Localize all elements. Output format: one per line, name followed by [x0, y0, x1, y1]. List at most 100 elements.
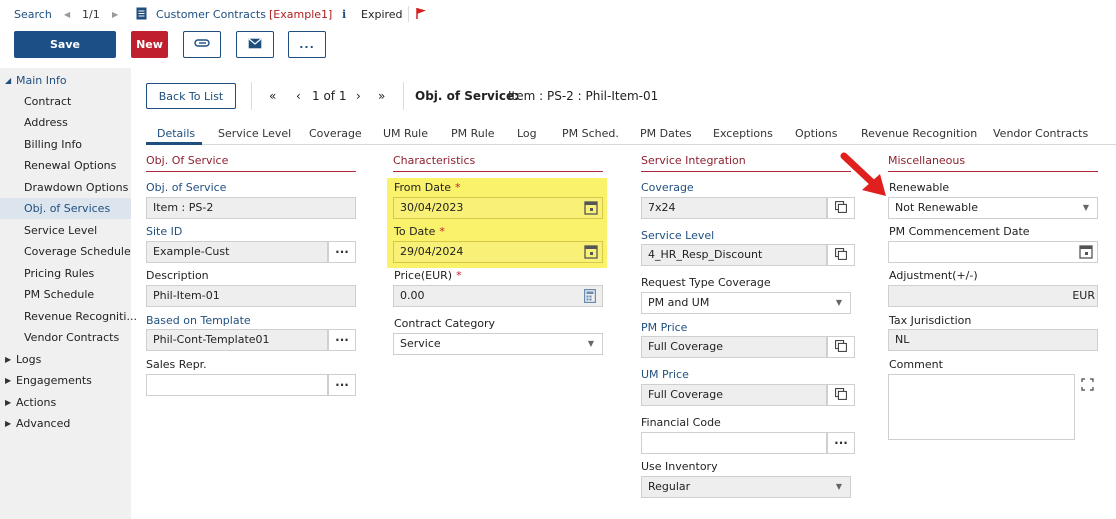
expand-icon: ▶: [5, 419, 12, 428]
new-button[interactable]: New: [131, 31, 168, 58]
site-id-lookup-button[interactable]: ···: [328, 241, 356, 263]
tab-pm-rule[interactable]: PM Rule: [451, 127, 495, 140]
copy-button[interactable]: [827, 336, 855, 358]
site-id-label[interactable]: Site ID: [146, 225, 182, 238]
um-price-label[interactable]: UM Price: [641, 368, 689, 381]
next-record-icon[interactable]: ▶: [112, 10, 118, 19]
copy-button[interactable]: [827, 384, 855, 406]
pm-commencement-date-field[interactable]: [888, 241, 1098, 263]
chevron-down-icon: ▼: [835, 482, 842, 491]
sidebar-item-obj-of-services[interactable]: Obj. of Services: [0, 198, 131, 219]
sidebar-group-main-info[interactable]: ◢ Main Info: [0, 70, 131, 91]
tab-pm-sched[interactable]: PM Sched.: [562, 127, 619, 140]
site-id-field[interactable]: Example-Cust: [146, 241, 328, 263]
pm-price-label[interactable]: PM Price: [641, 321, 687, 334]
sidebar-item-drawdown-options[interactable]: Drawdown Options: [0, 177, 131, 198]
section-obj-of-service-header: Obj. Of Service: [146, 154, 356, 172]
financial-code-lookup-button[interactable]: ···: [827, 432, 855, 454]
tab-service-level[interactable]: Service Level: [218, 127, 291, 140]
sales-repr-field[interactable]: [146, 374, 328, 396]
tab-vendor-contracts[interactable]: Vendor Contracts: [993, 127, 1088, 140]
sales-repr-label: Sales Repr.: [146, 358, 207, 371]
renewable-label: Renewable: [889, 181, 950, 194]
pm-price-field[interactable]: Full Coverage: [641, 336, 827, 358]
sidebar-item-pricing-rules[interactable]: Pricing Rules: [0, 263, 131, 284]
obj-of-service-label[interactable]: Obj. of Service: [146, 181, 226, 194]
sidebar-group-actions[interactable]: ▶ Actions: [0, 392, 131, 413]
tax-jurisdiction-label: Tax Jurisdiction: [889, 314, 972, 327]
obj-of-service-field[interactable]: Item : PS-2: [146, 197, 356, 219]
adjustment-field[interactable]: EUR: [888, 285, 1098, 307]
sidebar-group-label: Advanced: [16, 417, 71, 430]
chevron-down-icon: ▼: [1082, 203, 1089, 212]
sidebar-item-contract[interactable]: Contract: [0, 91, 131, 112]
sidebar-item-vendor-contracts[interactable]: Vendor Contracts: [0, 327, 131, 348]
sidebar-item-renewal-options[interactable]: Renewal Options: [0, 155, 131, 176]
save-button[interactable]: Save: [14, 31, 116, 58]
request-type-coverage-select[interactable]: PM and UM ▼: [641, 292, 851, 314]
financial-code-label: Financial Code: [641, 416, 721, 429]
record-heading-label: Obj. of Service:: [415, 89, 519, 103]
tab-coverage[interactable]: Coverage: [309, 127, 362, 140]
last-page-icon[interactable]: »: [378, 89, 385, 103]
comment-textarea[interactable]: [888, 374, 1075, 440]
prev-page-icon[interactable]: ‹: [296, 89, 301, 103]
tab-pm-dates[interactable]: PM Dates: [640, 127, 692, 140]
info-icon[interactable]: i: [342, 8, 346, 21]
from-date-label: From Date *: [394, 181, 461, 194]
expand-icon[interactable]: [1081, 378, 1094, 394]
use-inventory-select[interactable]: Regular ▼: [641, 476, 851, 498]
search-link[interactable]: Search: [14, 8, 52, 21]
sidebar-item-service-level[interactable]: Service Level: [0, 220, 131, 241]
contract-category-value: Service: [400, 337, 441, 350]
from-date-field[interactable]: 30/04/2023: [393, 197, 603, 219]
tab-details[interactable]: Details: [157, 127, 195, 140]
renewable-select[interactable]: Not Renewable ▼: [888, 197, 1098, 219]
active-tab-indicator: [146, 142, 202, 145]
description-field[interactable]: Phil-Item-01: [146, 285, 356, 307]
calculator-icon[interactable]: [584, 289, 597, 306]
coverage-label[interactable]: Coverage: [641, 181, 694, 194]
sidebar-item-billing-info[interactable]: Billing Info: [0, 134, 131, 155]
first-page-icon[interactable]: «: [269, 89, 276, 103]
flag-icon[interactable]: [415, 7, 427, 23]
tab-options[interactable]: Options: [795, 127, 837, 140]
status-badge: Expired: [361, 8, 403, 21]
attach-button[interactable]: [183, 31, 221, 58]
sidebar-group-engagements[interactable]: ▶ Engagements: [0, 370, 131, 391]
tab-exceptions[interactable]: Exceptions: [713, 127, 773, 140]
sidebar-group-logs[interactable]: ▶ Logs: [0, 349, 131, 370]
email-button[interactable]: [236, 31, 274, 58]
prev-record-icon[interactable]: ◀: [64, 10, 70, 19]
back-to-list-button[interactable]: Back To List: [146, 83, 236, 109]
um-price-field[interactable]: Full Coverage: [641, 384, 827, 406]
tab-revenue-recognition[interactable]: Revenue Recognition: [861, 127, 977, 140]
contract-category-select[interactable]: Service ▼: [393, 333, 603, 355]
sidebar-group-advanced[interactable]: ▶ Advanced: [0, 413, 131, 434]
sidebar-item-address[interactable]: Address: [0, 112, 131, 133]
coverage-field[interactable]: 7x24: [641, 197, 827, 219]
sales-repr-lookup-button[interactable]: ···: [328, 374, 356, 396]
based-on-template-label[interactable]: Based on Template: [146, 314, 251, 327]
price-label: Price(EUR) *: [394, 269, 462, 282]
based-on-template-field[interactable]: Phil-Cont-Template01: [146, 329, 328, 351]
divider: [251, 82, 252, 110]
more-button[interactable]: ...: [288, 31, 326, 58]
sidebar-item-revenue-recognition[interactable]: Revenue Recogniti...: [0, 306, 137, 327]
to-date-field[interactable]: 29/04/2024: [393, 241, 603, 263]
next-page-icon[interactable]: ›: [356, 89, 361, 103]
sidebar-item-pm-schedule[interactable]: PM Schedule: [0, 284, 131, 305]
sidebar-item-coverage-schedule[interactable]: Coverage Schedule: [0, 241, 131, 262]
service-level-label[interactable]: Service Level: [641, 229, 714, 242]
tab-log[interactable]: Log: [517, 127, 537, 140]
calendar-icon[interactable]: [1079, 244, 1093, 262]
tab-um-rule[interactable]: UM Rule: [383, 127, 428, 140]
service-level-field[interactable]: 4_HR_Resp_Discount: [641, 244, 827, 266]
calendar-icon[interactable]: [584, 200, 598, 218]
price-field[interactable]: 0.00: [393, 285, 603, 307]
copy-button[interactable]: [827, 244, 855, 266]
template-lookup-button[interactable]: ···: [328, 329, 356, 351]
financial-code-field[interactable]: [641, 432, 827, 454]
tax-jurisdiction-field[interactable]: NL: [888, 329, 1098, 351]
calendar-icon[interactable]: [584, 244, 598, 262]
